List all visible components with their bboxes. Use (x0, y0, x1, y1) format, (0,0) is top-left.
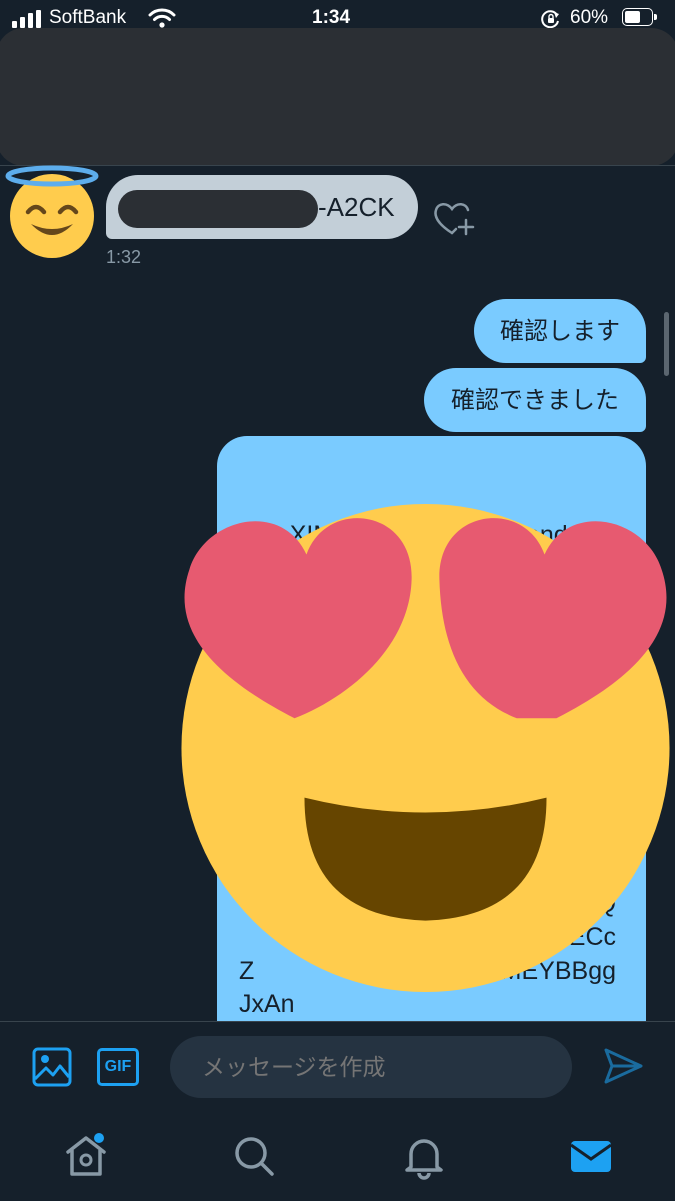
send-icon[interactable] (602, 1045, 644, 1087)
sent-message-bubble[interactable]: 確認します (474, 299, 646, 363)
battery-percent: 60% (570, 7, 609, 28)
message-input[interactable] (170, 1036, 572, 1098)
clock: 1:34 (312, 7, 351, 28)
image-icon[interactable] (32, 1047, 72, 1087)
header-divider (0, 165, 675, 166)
carrier-label: SoftBank (49, 7, 127, 28)
redacted-text (118, 190, 318, 228)
heart-plus-icon[interactable] (432, 198, 476, 238)
search-icon[interactable] (230, 1132, 278, 1180)
gif-label: GIF (104, 1058, 132, 1075)
battery-fill (625, 11, 640, 23)
rotation-lock-icon (541, 10, 559, 29)
received-message-text: -A2CK (318, 192, 395, 222)
mail-icon[interactable] (567, 1132, 615, 1180)
wifi-icon (148, 8, 176, 28)
battery-icon (622, 8, 659, 28)
heart-eyes-emoji-icon (181, 503, 670, 993)
avatar[interactable] (4, 162, 100, 258)
bell-icon[interactable] (400, 1132, 448, 1180)
message-timestamp: 1:32 (106, 247, 142, 267)
scrollbar[interactable] (664, 312, 669, 376)
sent-message-bubble[interactable]: 確認できました (424, 368, 646, 432)
signal-icon (12, 10, 41, 28)
home-icon[interactable] (62, 1132, 110, 1180)
conversation-header-redacted (0, 28, 675, 166)
gif-icon[interactable]: GIF (97, 1048, 139, 1086)
